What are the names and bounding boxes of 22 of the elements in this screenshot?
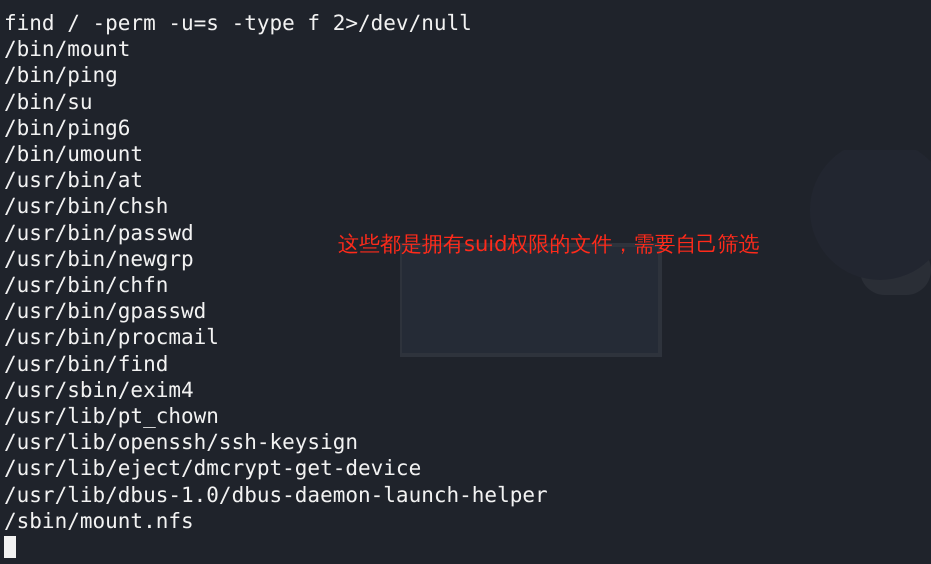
output-line: /bin/mount [4, 36, 130, 62]
command-line: find / -perm -u=s -type f 2>/dev/null [4, 10, 472, 36]
output-line: /usr/bin/gpasswd [4, 298, 206, 324]
output-line: /usr/lib/pt_chown [4, 403, 219, 430]
output-line: /usr/bin/passwd [4, 220, 194, 246]
output-line: /bin/ping [4, 62, 118, 89]
output-line: /usr/bin/at [4, 167, 144, 194]
output-line: /bin/umount [4, 141, 144, 168]
output-line: /usr/lib/dbus-1.0/dbus-daemon-launch-helper [4, 482, 548, 508]
output-line: /usr/sbin/exim4 [4, 376, 194, 404]
output-line: /bin/ping6 [4, 114, 130, 142]
annotation-text: 这些都是拥有suid权限的文件，需要自己筛选 [338, 231, 760, 258]
output-line: /usr/bin/procmail [4, 324, 219, 351]
output-line: /sbin/mount.nfs [4, 508, 194, 534]
output-line: /bin/su [4, 88, 93, 115]
output-line: /usr/lib/eject/dmcrypt-get-device [4, 455, 422, 482]
output-line: /usr/bin/newgrp [4, 246, 194, 272]
output-line: /usr/bin/find [4, 350, 168, 377]
output-line: /usr/lib/openssh/ssh-keysign [4, 429, 358, 456]
output-line: /usr/bin/chsh [4, 193, 168, 220]
text-cursor-icon [4, 536, 16, 558]
output-line: /usr/bin/chfn [4, 272, 168, 298]
